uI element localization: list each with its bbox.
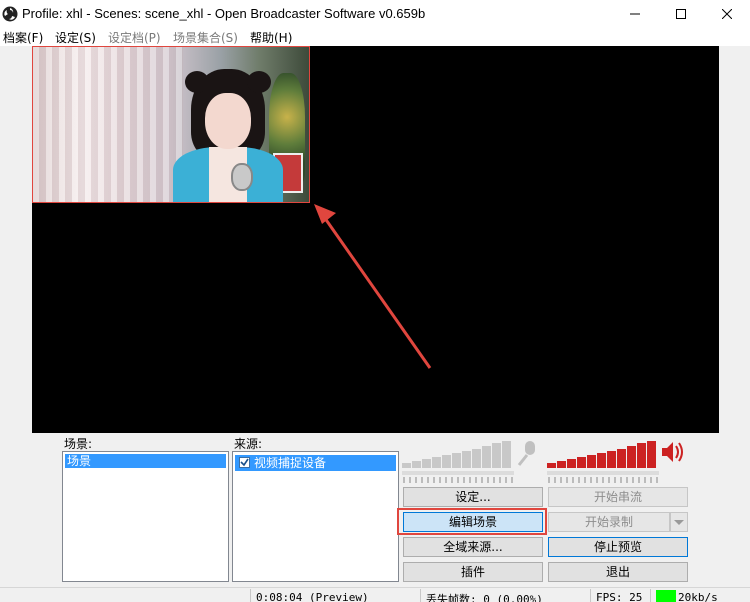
sources-list[interactable]: 视频捕捉设备 xyxy=(232,451,399,582)
exit-button[interactable]: 退出 xyxy=(548,562,688,582)
mic-volume-meter[interactable] xyxy=(401,439,546,485)
desktop-volume-meter[interactable] xyxy=(546,439,691,485)
scenes-label: 场景: xyxy=(64,437,93,451)
source-checkbox[interactable] xyxy=(239,457,250,468)
status-dropped-frames: 丢失帧数: 0 (0.00%) xyxy=(426,593,543,602)
checkmark-icon xyxy=(240,458,249,467)
settings-button[interactable]: 设定... xyxy=(403,487,543,507)
sources-label: 来源: xyxy=(234,437,263,451)
status-bar: 0:08:04 (Preview) 丢失帧数: 0 (0.00%) FPS: 2… xyxy=(0,587,750,602)
status-divider xyxy=(420,589,421,602)
status-bitrate: 20kb/s xyxy=(678,591,718,602)
bitrate-indicator xyxy=(656,590,676,602)
annotation-highlight-box xyxy=(397,508,547,535)
stop-preview-button[interactable]: 停止预览 xyxy=(548,537,688,557)
status-divider xyxy=(250,589,251,602)
plugins-button[interactable]: 插件 xyxy=(403,562,543,582)
chevron-down-icon xyxy=(674,520,684,525)
start-stream-button[interactable]: 开始串流 xyxy=(548,487,688,507)
microphone-icon[interactable] xyxy=(517,441,535,466)
status-divider xyxy=(650,589,651,602)
source-item[interactable]: 视频捕捉设备 xyxy=(235,455,396,471)
global-sources-button[interactable]: 全域来源... xyxy=(403,537,543,557)
start-recording-button[interactable]: 开始录制 xyxy=(548,512,670,532)
speaker-icon[interactable] xyxy=(662,442,683,462)
status-fps: FPS: 25 xyxy=(596,591,643,602)
status-time: 0:08:04 (Preview) xyxy=(256,591,369,602)
scenes-list[interactable]: 场景 xyxy=(62,451,229,582)
status-divider xyxy=(590,589,591,602)
source-item-label: 视频捕捉设备 xyxy=(254,456,327,470)
scene-item[interactable]: 场景 xyxy=(65,454,226,468)
recording-options-dropdown[interactable] xyxy=(670,512,688,532)
